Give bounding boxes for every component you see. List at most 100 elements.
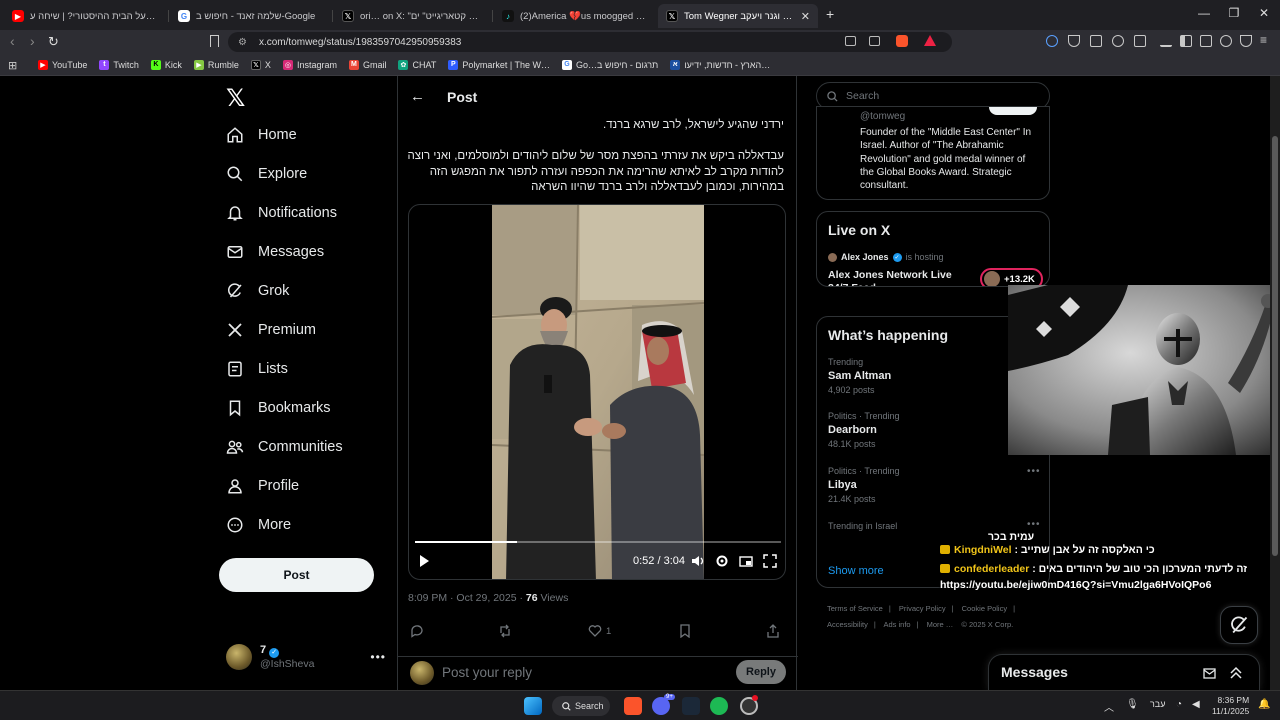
brave-shields-icon[interactable] [896,35,908,47]
bookmark-action[interactable] [678,624,692,638]
vpn-shield-icon[interactable] [1240,35,1252,47]
microphone-icon[interactable]: 🎙 [1126,699,1139,710]
nav-lists[interactable]: Lists [226,360,288,378]
repost-action[interactable] [498,624,512,638]
taskbar-search[interactable]: Search [552,696,610,716]
browser-tab[interactable]: ♪ (2)America 💔us moogged edit Som… [494,4,654,28]
page-scrollbar[interactable] [1270,76,1280,690]
video-progress-bar[interactable] [415,541,781,543]
spotify-icon[interactable] [710,697,728,715]
bookmark-haaretz[interactable]: א הארץ - חדשות, ידיעו… [670,59,770,70]
nav-premium[interactable]: Premium [226,321,316,339]
nav-grok[interactable]: Grok [226,282,289,300]
follow-button[interactable] [989,107,1037,115]
nav-explore[interactable]: Explore [226,165,307,183]
grok-floating-button[interactable] [1220,606,1258,644]
bookmark-gmail[interactable]: M Gmail [348,59,386,70]
apps-grid-icon[interactable]: ⊞ [8,59,17,72]
post-button[interactable]: Post [219,558,374,592]
language-indicator[interactable]: עבר [1150,699,1165,709]
show-more-link[interactable]: Show more [828,565,884,577]
compose-message-icon[interactable] [1203,666,1217,680]
nav-messages[interactable]: Messages [226,243,324,261]
forward-icon[interactable]: › [30,33,35,49]
screenshot-icon[interactable] [1134,35,1146,47]
like-action[interactable]: 1 [588,624,611,638]
trend-item[interactable]: Trending in Israel [828,521,897,531]
back-icon[interactable]: ‹ [10,33,15,49]
leo-ai-icon[interactable] [1220,35,1232,47]
profile-handle[interactable]: @tomweg [860,111,905,122]
bookmark-instagram[interactable]: ◎ Instagram [282,59,337,70]
live-stream-title[interactable]: Alex Jones Network Live 24/7 Feed [828,269,968,286]
brave-rewards-icon[interactable] [924,35,936,46]
footer-link[interactable]: Terms of Service [827,604,883,613]
site-settings-icon[interactable]: ⚙ [238,37,247,48]
minimize-window-icon[interactable]: — [1194,6,1214,20]
bookmark-rumble[interactable]: ▶ Rumble [193,59,239,70]
browser-tab[interactable]: G שלמה זאנד - חיפוש ב-Google [170,4,330,28]
reply-action[interactable] [410,624,424,638]
bookmark-kick[interactable]: K Kick [150,59,182,70]
trend-item[interactable]: Trending Sam Altman 4,902 posts [828,357,891,395]
nav-communities[interactable]: Communities [226,438,343,456]
nav-bookmarks[interactable]: Bookmarks [226,399,331,417]
address-bar[interactable]: ⚙ x.com/tomweg/status/198359704295095938… [228,32,952,52]
play-icon[interactable] [417,554,431,568]
reply-input[interactable]: Post your reply [442,665,532,680]
nav-home[interactable]: Home [226,126,297,144]
trend-more-icon[interactable]: ••• [1027,519,1041,530]
new-tab-button[interactable]: + [826,6,834,22]
messages-drawer[interactable]: Messages [988,654,1260,690]
trend-more-icon[interactable]: ••• [1027,466,1041,477]
live-host[interactable]: Alex Jones ✓ is hosting [828,252,944,262]
bookmark-google-translate[interactable]: G Go…תרגום - חיפוש ב [562,59,658,70]
back-arrow-icon[interactable]: ← [410,88,425,105]
tray-overflow-icon[interactable]: ︿ [1104,699,1114,714]
taskbar-clock[interactable]: 8:36 PM 11/1/2025 [1212,695,1249,717]
share-icon[interactable] [869,36,880,46]
wifi-icon[interactable]: ◔ [1176,699,1182,710]
close-window-icon[interactable]: ✕ [1254,6,1274,20]
x-logo-icon[interactable]: 𝕏 [226,84,245,112]
reply-button[interactable]: Reply [736,660,786,684]
settings-gear-icon[interactable] [715,554,729,568]
footer-link[interactable]: Ads info [883,620,910,629]
fullscreen-icon[interactable] [763,554,777,568]
account-switcher[interactable]: 7 ✓ @IshSheva ••• [226,644,386,670]
reload-icon[interactable]: ↻ [48,34,59,50]
scrollbar-thumb[interactable] [1272,136,1278,556]
browser-tab[interactable]: ▶ מי פה בעל הבית ההיסטורי? | שיחה ע… [4,4,166,28]
close-tab-icon[interactable]: ✕ [801,10,810,23]
sidebar-icon[interactable] [1180,35,1192,47]
post-timestamp[interactable]: 8:09 PM · Oct 29, 2025 · [408,592,526,604]
extensions-icon[interactable] [1090,35,1102,47]
video-player[interactable]: 0:52 / 3:04 [408,204,786,580]
bookmark-polymarket[interactable]: P Polymarket | The W… [448,59,550,70]
wallet-icon[interactable] [1200,35,1212,47]
restore-window-icon[interactable]: ❐ [1224,6,1244,20]
trend-item[interactable]: Politics · Trending Dearborn 48.1K posts [828,411,900,449]
downloads-icon[interactable] [1160,35,1172,47]
more-options-icon[interactable]: ••• [370,650,386,664]
bookmark-chat[interactable]: ✿ CHAT [398,59,436,70]
nav-notifications[interactable]: Notifications [226,204,337,222]
expand-up-icon[interactable] [1229,666,1243,680]
windows-start-icon[interactable] [524,697,542,715]
bookmark-x[interactable]: 𝕏X [250,59,271,70]
footer-link[interactable]: Privacy Policy [899,604,946,613]
browser-tab-active[interactable]: 𝕏 Tom Wegner תום וגנר ויעקב… ✕ [658,4,818,28]
notifications-bell-icon[interactable]: 🔔 [1258,699,1270,710]
bookmark-twitch[interactable]: t Twitch [99,59,139,70]
footer-link[interactable]: More … [927,620,954,629]
nav-more[interactable]: More [226,516,291,534]
bookmark-youtube[interactable]: ▶ YouTube [38,59,87,70]
camera-icon[interactable] [1112,35,1124,47]
volume-icon[interactable] [691,554,705,568]
trend-item[interactable]: Politics · Trending Libya 21.4K posts [828,466,900,504]
brave-icon[interactable] [624,697,642,715]
bookmark-page-icon[interactable] [210,35,219,47]
picture-in-picture-icon[interactable] [739,554,753,568]
footer-link[interactable]: Accessibility [827,620,868,629]
vpn-icon[interactable] [1068,35,1080,47]
